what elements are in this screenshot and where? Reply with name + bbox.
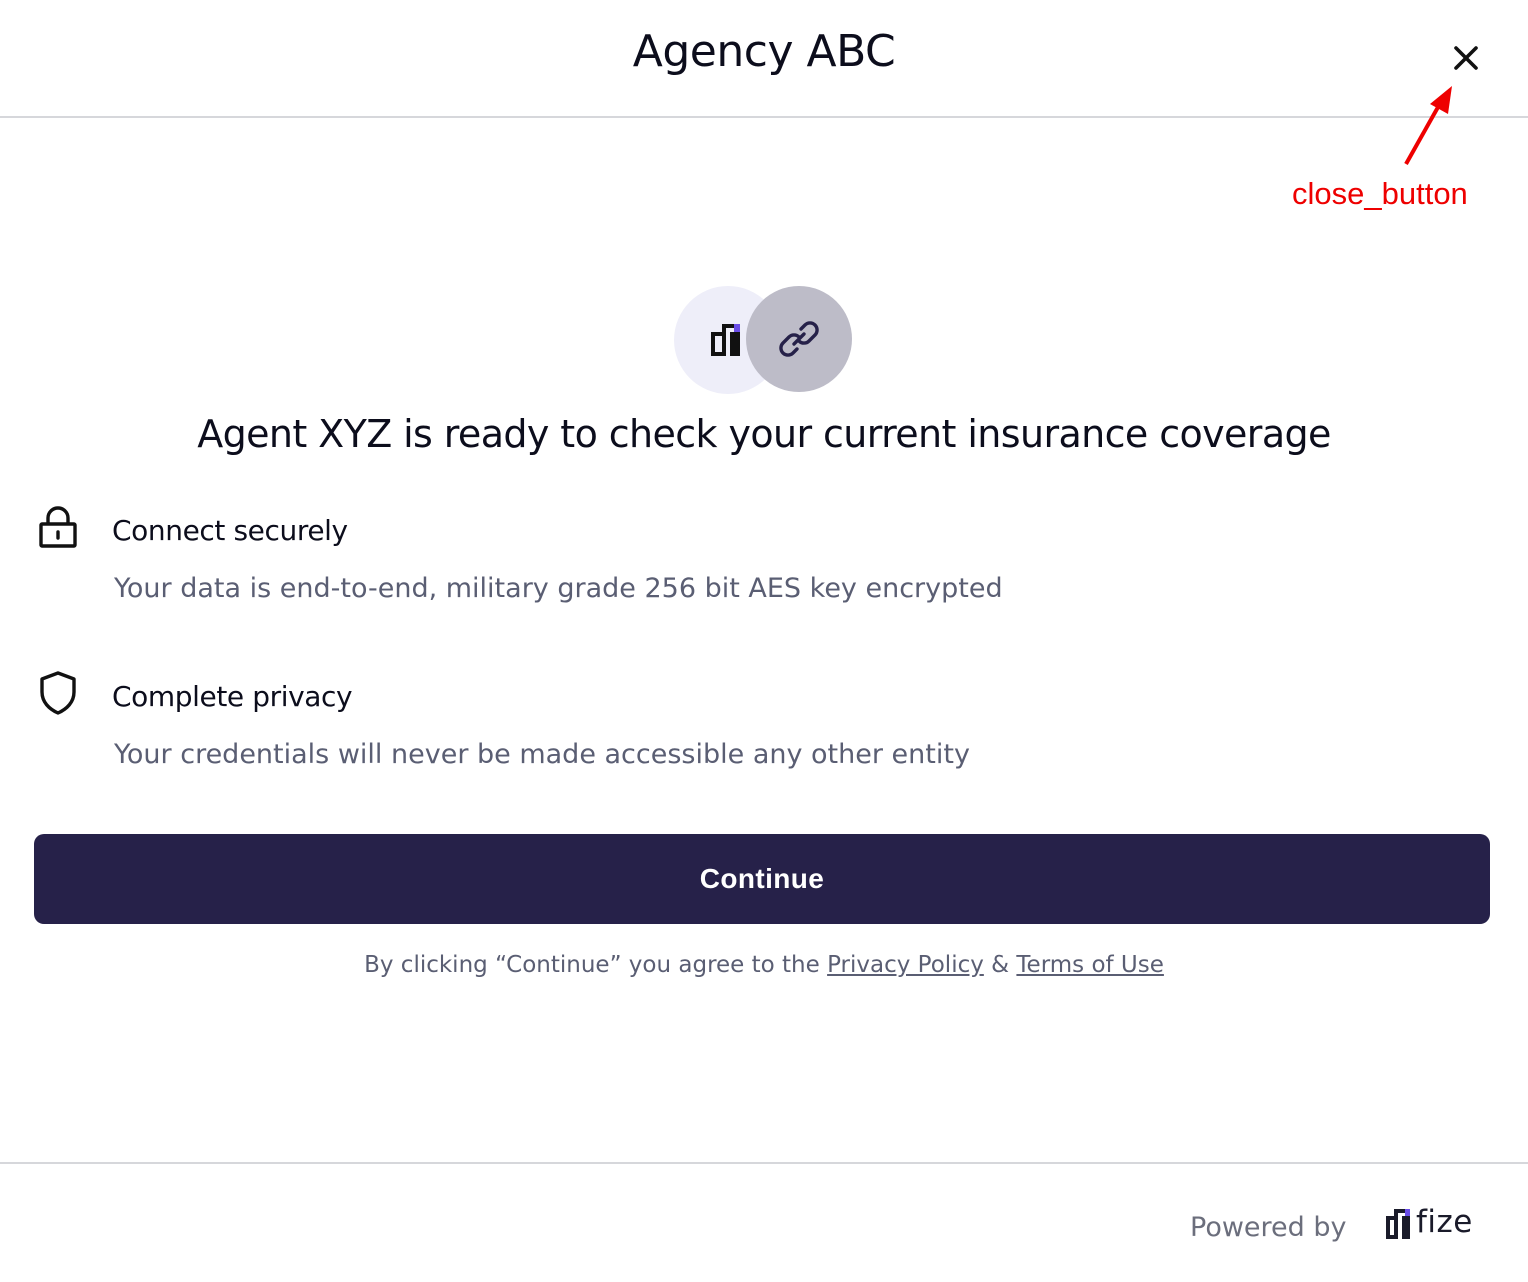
dialog-header: Agency ABC [0,0,1528,118]
fize-logo-icon [1386,1209,1410,1239]
connection-icons [674,286,854,394]
link-circle [746,286,852,392]
close-icon [1454,46,1478,70]
lock-icon [39,506,77,548]
annotation-label: close_button [1292,176,1468,211]
continue-button[interactable]: Continue [34,834,1490,924]
connect-dialog: Agency ABC close_button Agent XYZ is rea… [0,0,1528,1282]
page-title: Agency ABC [632,26,896,77]
terms-of-use-link[interactable]: Terms of Use [1016,952,1164,978]
feature-title-secure: Connect securely [112,514,348,547]
feature-desc-privacy: Your credentials will never be made acce… [114,739,970,770]
consent-text: By clicking “Continue” you agree to the … [0,952,1528,978]
headline: Agent XYZ is ready to check your current… [197,412,1331,456]
feature-desc-secure: Your data is end-to-end, military grade … [114,573,1003,604]
shield-icon [40,671,76,715]
consent-prefix: By clicking “Continue” you agree to the [364,952,828,978]
consent-separator: & [983,952,1017,978]
powered-by-label: Powered by [1190,1212,1347,1243]
privacy-policy-link[interactable]: Privacy Policy [827,952,984,978]
fize-logo-icon [711,324,740,356]
footer: Powered by fize [0,1162,1528,1282]
annotation-arrow-icon [1404,86,1452,165]
brand-name: fize [1416,1204,1473,1240]
link-icon [779,321,819,357]
feature-title-privacy: Complete privacy [112,680,353,713]
close-button[interactable] [1444,36,1488,80]
